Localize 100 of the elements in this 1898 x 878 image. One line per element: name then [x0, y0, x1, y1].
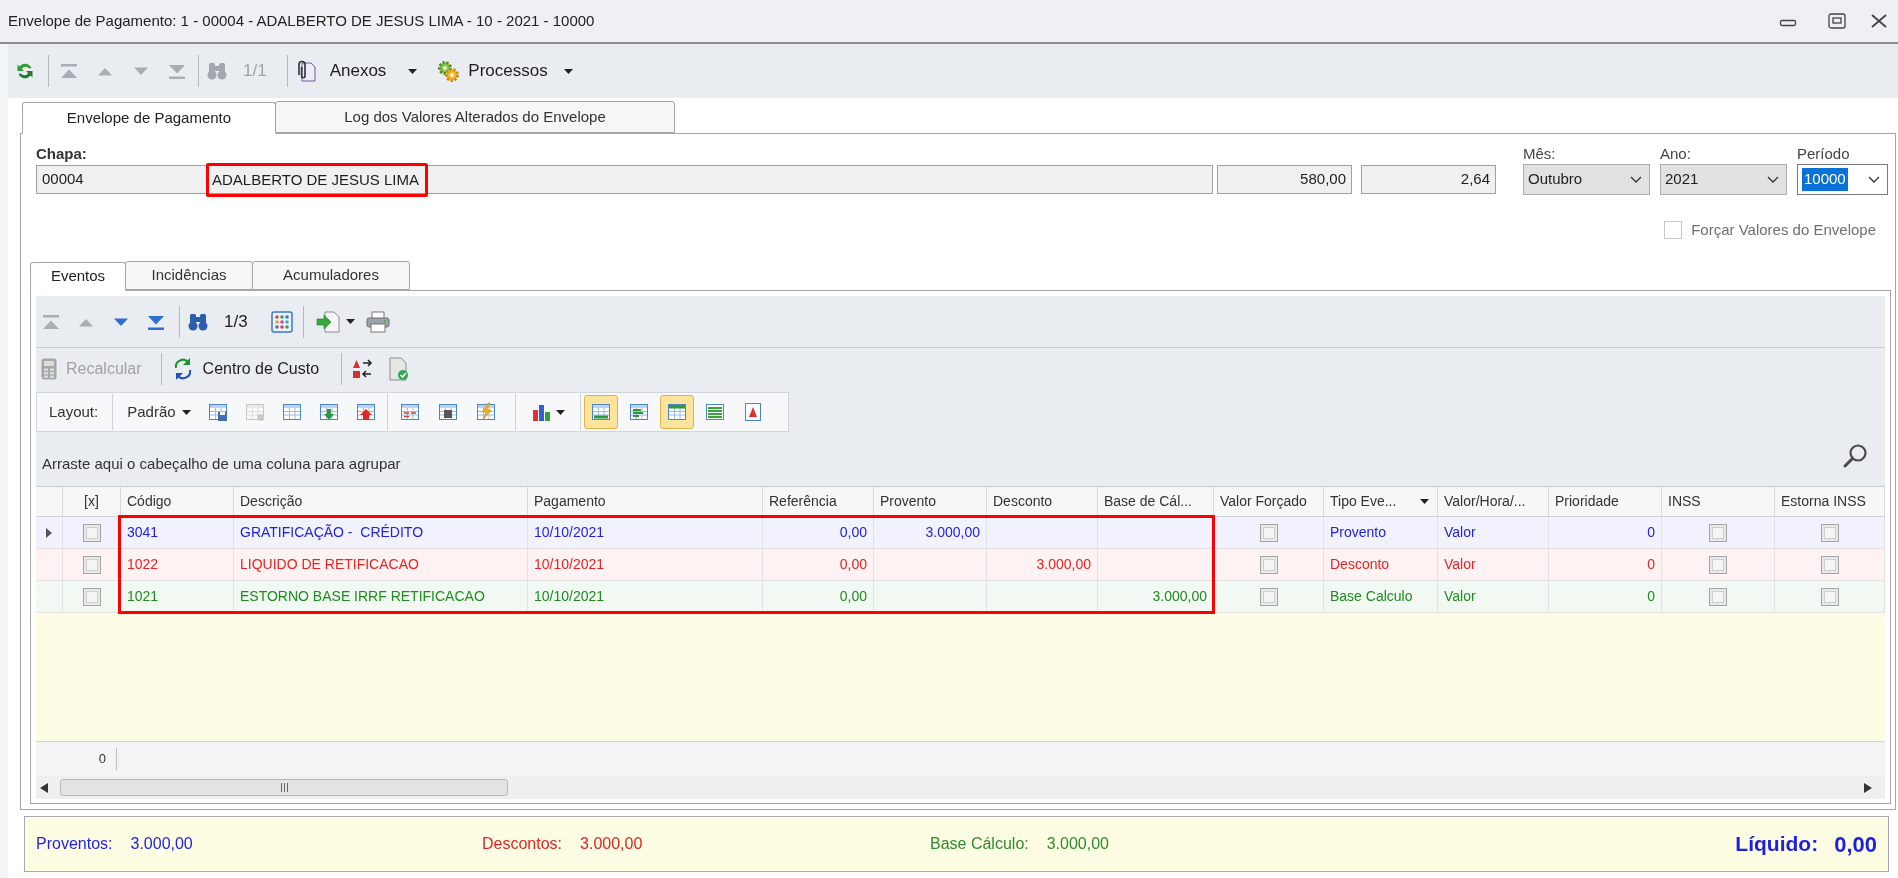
- column-header[interactable]: Base de Cál...: [1098, 487, 1214, 516]
- summary-label: Proventos:: [36, 834, 113, 854]
- group-by-hint: Arraste aqui o cabeçalho de uma coluna para agrupar: [42, 454, 401, 474]
- layout-label: Layout:: [49, 401, 99, 422]
- table-row[interactable]: 3041 GRATIFICAÇÃO - CRÉDITO 10/10/2021 0,00 3.000,00 Provento Valor 0: [36, 517, 1885, 549]
- scroll-right-icon[interactable]: [1864, 782, 1872, 793]
- total-label: Líquido:: [1735, 831, 1819, 858]
- attachments-menu-button[interactable]: Anexos: [293, 58, 418, 84]
- table-cell: Valor: [1438, 581, 1549, 612]
- checkbox[interactable]: [82, 555, 101, 574]
- bar-chart-icon[interactable]: [531, 402, 552, 422]
- table-lightning-icon[interactable]: [475, 402, 496, 422]
- number-field[interactable]: 2,64: [1361, 165, 1496, 194]
- employee-name-field[interactable]: ADALBERTO DE JESUS LIMA: [206, 165, 1213, 194]
- close-icon[interactable]: [1870, 13, 1888, 29]
- scroll-left-icon[interactable]: [40, 782, 48, 793]
- table-icon[interactable]: [281, 402, 302, 422]
- gears-icon: [436, 59, 461, 83]
- table-cell: 1022: [121, 549, 234, 580]
- column-header[interactable]: Referência: [763, 487, 874, 516]
- view-toggle-button[interactable]: [659, 395, 694, 429]
- grip-icon: [279, 783, 289, 792]
- table-cell: 10/10/2021: [528, 549, 763, 580]
- period-combobox[interactable]: 10000: [1797, 164, 1888, 195]
- refresh-icon[interactable]: [15, 61, 35, 81]
- checkbox[interactable]: [82, 587, 101, 606]
- horizontal-scrollbar[interactable]: [36, 776, 1885, 799]
- sort-arrows-icon[interactable]: [351, 358, 374, 380]
- column-header[interactable]: Estorna INSS: [1775, 487, 1885, 516]
- tab[interactable]: Envelope de Pagamento: [22, 102, 276, 134]
- checkbox[interactable]: [1820, 587, 1839, 606]
- column-header[interactable]: Valor/Hora/...: [1438, 487, 1549, 516]
- field-label: Período: [1797, 145, 1851, 163]
- table-header-icon: [666, 402, 687, 422]
- table-cell: 10/10/2021: [528, 517, 763, 548]
- summary-value: 3.000,00: [130, 834, 193, 854]
- checkbox[interactable]: [1709, 555, 1727, 574]
- dropdown[interactable]: Outubro: [1523, 164, 1650, 195]
- table-save-icon[interactable]: [207, 402, 228, 422]
- triangle-down-line-icon[interactable]: [147, 313, 165, 330]
- view-toggle-button[interactable]: [583, 395, 618, 429]
- chevron-down-icon: [1630, 176, 1642, 183]
- column-header[interactable]: Valor Forçado: [1214, 487, 1324, 516]
- table-rows-icon[interactable]: [399, 402, 420, 422]
- scrollbar-thumb[interactable]: [60, 779, 508, 796]
- column-header[interactable]: INSS: [1662, 487, 1775, 516]
- checkbox[interactable]: [1259, 587, 1278, 606]
- calculator-icon: [41, 358, 57, 380]
- tab[interactable]: Acumuladores: [252, 261, 410, 290]
- tab[interactable]: Eventos: [30, 262, 126, 291]
- restore-icon[interactable]: [1828, 13, 1846, 29]
- record-counter: 1/1: [243, 60, 267, 83]
- layout-preset-dropdown[interactable]: Padrão: [127, 400, 191, 424]
- color-grid-icon[interactable]: [270, 310, 293, 333]
- table-cell: 3.000,00: [874, 517, 987, 548]
- column-header[interactable]: Código: [121, 487, 234, 516]
- column-header[interactable]: Desconto: [987, 487, 1098, 516]
- printer-icon[interactable]: [365, 310, 390, 333]
- record-counter: 1/3: [224, 310, 248, 333]
- field-label: Chapa:: [36, 145, 88, 163]
- tab[interactable]: Log dos Valores Alterados do Envelope: [275, 101, 675, 133]
- table-bars-icon: [628, 402, 649, 422]
- number-field[interactable]: 580,00: [1217, 165, 1352, 194]
- processes-menu-button[interactable]: Processos: [436, 58, 573, 84]
- checkbox[interactable]: [1709, 587, 1727, 606]
- tab[interactable]: Incidências: [125, 261, 253, 290]
- search-icon[interactable]: [1842, 443, 1868, 469]
- binoculars-icon[interactable]: [188, 312, 208, 331]
- table-cell: Valor: [1438, 549, 1549, 580]
- checkbox[interactable]: [1259, 523, 1278, 542]
- document-arrow-icon[interactable]: [315, 310, 340, 333]
- footer-count: 0: [98, 750, 106, 769]
- checkbox[interactable]: [1820, 555, 1839, 574]
- column-header[interactable]: Prioridade: [1549, 487, 1662, 516]
- checkbox[interactable]: [82, 523, 101, 542]
- table-cell: 1021: [121, 581, 234, 612]
- table-row[interactable]: 1022 LIQUIDO DE RETIFICACAO 10/10/2021 0,00 3.000,00 Desconto Valor 0: [36, 549, 1885, 581]
- table-row[interactable]: 1021 ESTORNO BASE IRRF RETIFICACAO 10/10/2021 0,00 3.000,00 Base Calculo Valor 0: [36, 581, 1885, 613]
- caret-icon: [408, 68, 418, 74]
- window-title: Envelope de Pagamento: 1 - 00004 - ADALBERTO DE JESUS LIMA - 10 - 2021 - 10000: [8, 10, 595, 31]
- column-header[interactable]: Pagamento: [528, 487, 763, 516]
- checkbox[interactable]: [1259, 555, 1278, 574]
- caret-icon: [563, 68, 573, 74]
- table-cell: 0: [1549, 581, 1662, 612]
- column-header[interactable]: Descrição: [234, 487, 528, 516]
- employee-id-field[interactable]: 00004: [36, 165, 207, 194]
- table-cell: 10/10/2021: [528, 581, 763, 612]
- dropdown[interactable]: 2021: [1660, 164, 1787, 195]
- table-lines-icon: [704, 402, 725, 422]
- column-header[interactable]: Tipo Eve...: [1324, 487, 1438, 516]
- checkbox[interactable]: [1820, 523, 1839, 542]
- cost-center-button[interactable]: Centro de Custo: [171, 357, 320, 381]
- checkbox[interactable]: [1709, 523, 1727, 542]
- column-header[interactable]: Provento: [874, 487, 987, 516]
- table-cell: 3.000,00: [987, 549, 1098, 580]
- table-square-icon[interactable]: [437, 402, 458, 422]
- column-header[interactable]: [x]: [63, 487, 121, 516]
- chevron-down-icon: [1767, 176, 1779, 183]
- document-check-icon[interactable]: [389, 357, 410, 381]
- table-cell: 0,00: [763, 549, 874, 580]
